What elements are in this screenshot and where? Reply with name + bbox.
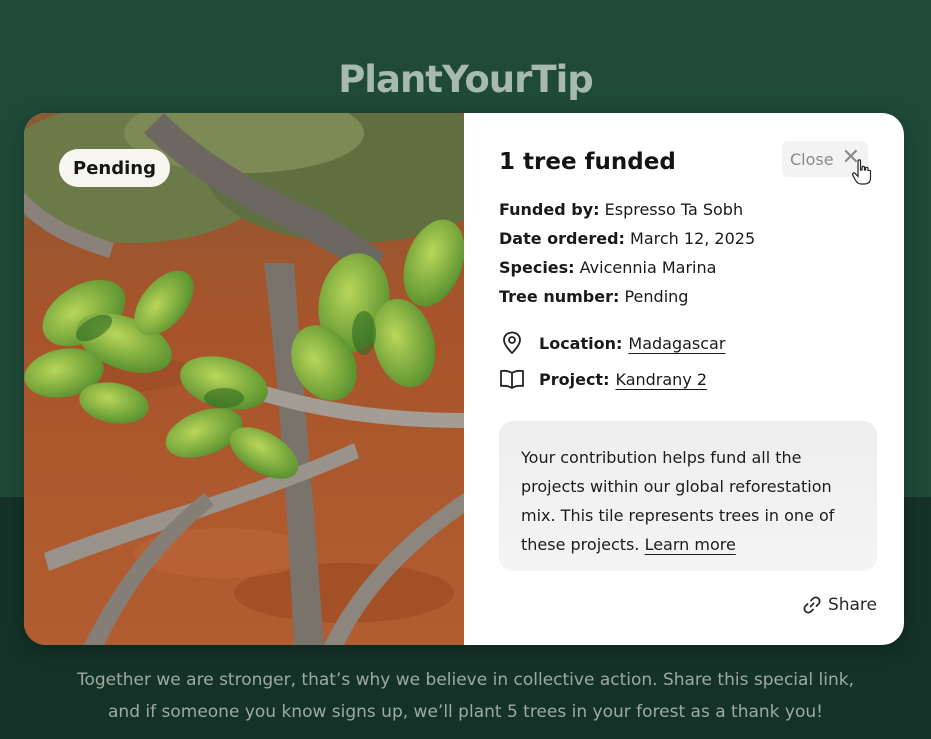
date-ordered-value: March 12, 2025 bbox=[630, 229, 756, 248]
funded-by-value: Espresso Ta Sobh bbox=[604, 200, 744, 219]
funded-by-row: Funded by: Espresso Ta Sobh bbox=[499, 200, 743, 219]
card-title: 1 tree funded bbox=[499, 149, 676, 175]
share-button[interactable]: Share bbox=[802, 595, 877, 615]
hand-cursor-icon bbox=[852, 159, 872, 185]
project-label: Project: bbox=[539, 369, 610, 389]
status-pill: Pending bbox=[59, 149, 170, 187]
species-value: Avicennia Marina bbox=[579, 258, 717, 277]
book-icon bbox=[499, 367, 525, 391]
note-line-4-text: these projects. bbox=[521, 535, 640, 554]
location-label: Location: bbox=[539, 333, 623, 353]
tree-card: Pending 1 tree funded Close ✕ Funded by:… bbox=[24, 113, 904, 645]
tree-number-row: Tree number: Pending bbox=[499, 287, 688, 306]
location-pin-icon bbox=[499, 331, 525, 355]
footer-line-2: and if someone you know signs up, we’ll … bbox=[108, 702, 823, 722]
tree-photo-illustration bbox=[24, 113, 464, 645]
note-line-2: projects within our global reforestation bbox=[521, 477, 832, 496]
note-line-3: mix. This tile represents trees in one o… bbox=[521, 506, 835, 525]
tree-photo: Pending bbox=[24, 113, 464, 645]
close-label: Close bbox=[790, 149, 834, 169]
link-icon bbox=[802, 595, 822, 615]
date-ordered-label: Date ordered: bbox=[499, 229, 625, 248]
contribution-note: Your contribution helps fund all the pro… bbox=[499, 421, 877, 571]
date-ordered-row: Date ordered: March 12, 2025 bbox=[499, 229, 755, 248]
note-line-1: Your contribution helps fund all the bbox=[521, 448, 802, 467]
location-row: Location: Madagascar bbox=[499, 331, 725, 355]
funded-by-label: Funded by: bbox=[499, 200, 600, 219]
species-label: Species: bbox=[499, 258, 575, 277]
tree-number-value: Pending bbox=[624, 287, 689, 306]
learn-more-link[interactable]: Learn more bbox=[645, 535, 736, 554]
footer-line-1: Together we are stronger, that’s why we … bbox=[76, 670, 855, 690]
tree-number-label: Tree number: bbox=[499, 287, 620, 306]
tree-info-panel: 1 tree funded Close ✕ Funded by: Espress… bbox=[464, 113, 904, 645]
species-row: Species: Avicennia Marina bbox=[499, 258, 716, 277]
project-link[interactable]: Kandrany 2 bbox=[615, 370, 707, 389]
note-line-4: these projects. Learn more bbox=[521, 530, 855, 559]
brand-title: PlantYourTip bbox=[338, 58, 594, 101]
share-label: Share bbox=[827, 595, 877, 615]
project-row: Project: Kandrany 2 bbox=[499, 367, 707, 391]
footer-message: Together we are stronger, that’s why we … bbox=[0, 664, 931, 728]
location-link[interactable]: Madagascar bbox=[628, 334, 725, 353]
